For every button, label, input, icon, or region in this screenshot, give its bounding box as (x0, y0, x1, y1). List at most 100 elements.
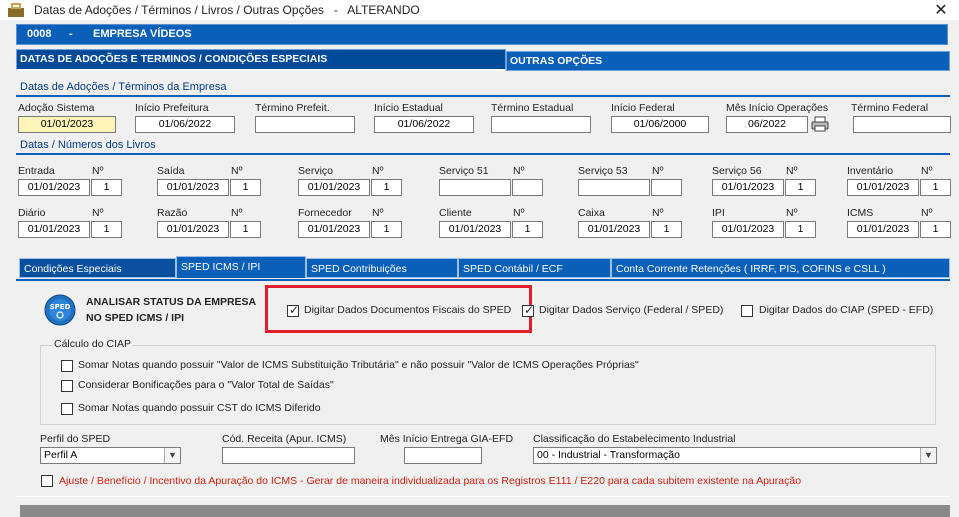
livro-date-field[interactable]: 01/01/2023 (578, 221, 650, 238)
digitar-servico-checkbox[interactable] (522, 303, 534, 317)
label-inicio-prefeitura: Início Prefeitura (135, 102, 209, 114)
livro-date-field[interactable]: 01/01/2023 (712, 179, 784, 196)
livro-num-field[interactable]: 1 (371, 179, 402, 196)
livro-label: Serviço 53 (578, 165, 628, 177)
livro-num-field[interactable]: 1 (651, 221, 682, 238)
tab-sped-icms-ipi[interactable]: SPED ICMS / IPI (176, 256, 306, 278)
livro-num-field[interactable]: 1 (91, 179, 122, 196)
livro-label: Fornecedor (298, 207, 352, 219)
label-inicio-federal: Início Federal (611, 102, 675, 114)
tab-sped-contabil-ecf[interactable]: SPED Contábil / ECF (458, 258, 611, 278)
label-termino-prefeitura: Término Prefeit. (255, 102, 330, 114)
livro-num-field[interactable]: 1 (371, 221, 402, 238)
cod-receita-label: Cód. Receita (Apur. ICMS) (222, 433, 347, 445)
livro-label: Saída (157, 165, 185, 177)
digitar-ciap-label: Digitar Dados do CIAP (SPED - EFD) (759, 304, 934, 316)
livro-num-label: Nº (231, 165, 243, 177)
analisar-status-line1[interactable]: ANALISAR STATUS DA EMPRESA (86, 296, 256, 308)
livro-date-field[interactable]: 01/01/2023 (18, 221, 90, 238)
svg-text:SPED: SPED (50, 303, 71, 311)
ajuste-beneficio-label: Ajuste / Benefício / Incentivo da Apuraç… (59, 475, 802, 487)
perfil-sped-value: Perfil A (44, 449, 78, 461)
label-adocao-sistema: Adoção Sistema (18, 102, 95, 114)
livro-num-label: Nº (231, 207, 243, 219)
livro-num-label: Nº (652, 165, 664, 177)
livro-label: ICMS (847, 207, 874, 219)
mes-inicio-gia-field[interactable] (404, 447, 482, 464)
digitar-ciap-checkbox[interactable] (741, 305, 753, 317)
label-mes-inicio-operacoes: Mês Início Operações (726, 102, 829, 114)
livro-date-field[interactable] (578, 179, 650, 196)
ciap-option-checkbox[interactable] (61, 403, 73, 415)
company-separator: - (69, 28, 73, 40)
inicio-federal-field[interactable]: 01/06/2000 (611, 116, 709, 133)
livro-date-field[interactable]: 01/01/2023 (847, 179, 919, 196)
livro-num-field[interactable]: 1 (920, 179, 951, 196)
livro-label: Serviço (298, 165, 334, 177)
livro-date-field[interactable]: 01/01/2023 (712, 221, 784, 238)
livro-date-field[interactable]: 01/01/2023 (298, 221, 370, 238)
tab-condicoes-especiais[interactable]: Condições Especiais (19, 258, 176, 278)
perfil-sped-select[interactable]: Perfil A ▼ (40, 447, 181, 464)
status-bar (20, 505, 950, 517)
livro-num-field[interactable] (651, 179, 682, 196)
chevron-down-icon[interactable]: ▼ (164, 448, 180, 463)
analisar-status-line2[interactable]: NO SPED ICMS / IPI (86, 312, 184, 324)
livro-date-field[interactable]: 01/01/2023 (157, 179, 229, 196)
termino-estadual-field[interactable] (491, 116, 591, 133)
tab-sped-contribuicoes[interactable]: SPED Contribuições (306, 258, 458, 278)
label-inicio-estadual: Início Estadual (374, 102, 443, 114)
digitar-servico-label: Digitar Dados Serviço (Federal / SPED) (539, 304, 724, 316)
tab-conta-corrente-retencoes[interactable]: Conta Corrente Retenções ( IRRF, PIS, CO… (611, 258, 950, 278)
digitar-docs-fiscais-checkbox[interactable] (287, 303, 299, 317)
cod-receita-field[interactable] (222, 447, 355, 464)
company-code: 0008 (27, 28, 52, 40)
livro-date-field[interactable]: 01/01/2023 (298, 179, 370, 196)
ajuste-beneficio-checkbox[interactable] (41, 475, 53, 487)
ciap-option-label: Somar Notas quando possuir "Valor de ICM… (78, 359, 639, 371)
adocao-sistema-field[interactable]: 01/01/2023 (18, 116, 116, 133)
livro-date-field[interactable] (439, 179, 511, 196)
digitar-docs-fiscais-label: Digitar Dados Documentos Fiscais do SPED (304, 304, 512, 316)
livro-num-field[interactable] (512, 179, 543, 196)
termino-federal-field[interactable] (853, 116, 951, 133)
livro-num-field[interactable]: 1 (91, 221, 122, 238)
livro-num-field[interactable]: 1 (230, 221, 261, 238)
window-title: Datas de Adoções / Términos / Livros / O… (34, 3, 420, 17)
livro-num-label: Nº (372, 207, 384, 219)
livro-num-label: Nº (921, 165, 933, 177)
livro-num-field[interactable]: 1 (785, 221, 816, 238)
livro-num-label: Nº (786, 207, 798, 219)
termino-prefeitura-field[interactable] (255, 116, 355, 133)
livro-num-label: Nº (92, 165, 104, 177)
inicio-estadual-field[interactable]: 01/06/2022 (374, 116, 474, 133)
chevron-down-icon[interactable]: ▼ (920, 448, 936, 463)
livro-num-field[interactable]: 1 (512, 221, 543, 238)
livro-num-field[interactable]: 1 (920, 221, 951, 238)
section-heading-livros: Datas / Números dos Livros (20, 139, 156, 151)
livro-label: Inventário (847, 165, 894, 177)
livro-date-field[interactable]: 01/01/2023 (439, 221, 511, 238)
close-icon[interactable]: ✕ (930, 0, 952, 20)
livro-date-field[interactable]: 01/01/2023 (157, 221, 229, 238)
livro-label: Razão (157, 207, 188, 219)
inicio-prefeitura-field[interactable]: 01/06/2022 (135, 116, 235, 133)
livro-label: IPI (712, 207, 725, 219)
livro-date-field[interactable]: 01/01/2023 (18, 179, 90, 196)
ciap-option-checkbox[interactable] (61, 360, 73, 372)
tab-datas-adocoes[interactable]: DATAS DE ADOÇÕES E TERMINOS / CONDIÇÕES … (16, 49, 506, 71)
section-divider (16, 153, 950, 155)
livro-label: Entrada (18, 165, 55, 177)
tab-outras-opcoes[interactable]: OUTRAS OPÇÕES (506, 51, 950, 71)
printer-icon[interactable] (811, 115, 829, 133)
mes-inicio-operacoes-field[interactable]: 06/2022 (726, 116, 808, 133)
subtab-underline (16, 279, 950, 281)
title-bar: Datas de Adoções / Términos / Livros / O… (0, 0, 959, 20)
livro-num-field[interactable]: 1 (230, 179, 261, 196)
classificacao-select[interactable]: 00 - Industrial - Transformação ▼ (533, 447, 937, 464)
livro-date-field[interactable]: 01/01/2023 (847, 221, 919, 238)
livro-num-field[interactable]: 1 (785, 179, 816, 196)
ciap-option-checkbox[interactable] (61, 380, 73, 392)
sped-logo-icon[interactable]: SPED (44, 294, 76, 326)
label-termino-estadual: Término Estadual (491, 102, 574, 114)
